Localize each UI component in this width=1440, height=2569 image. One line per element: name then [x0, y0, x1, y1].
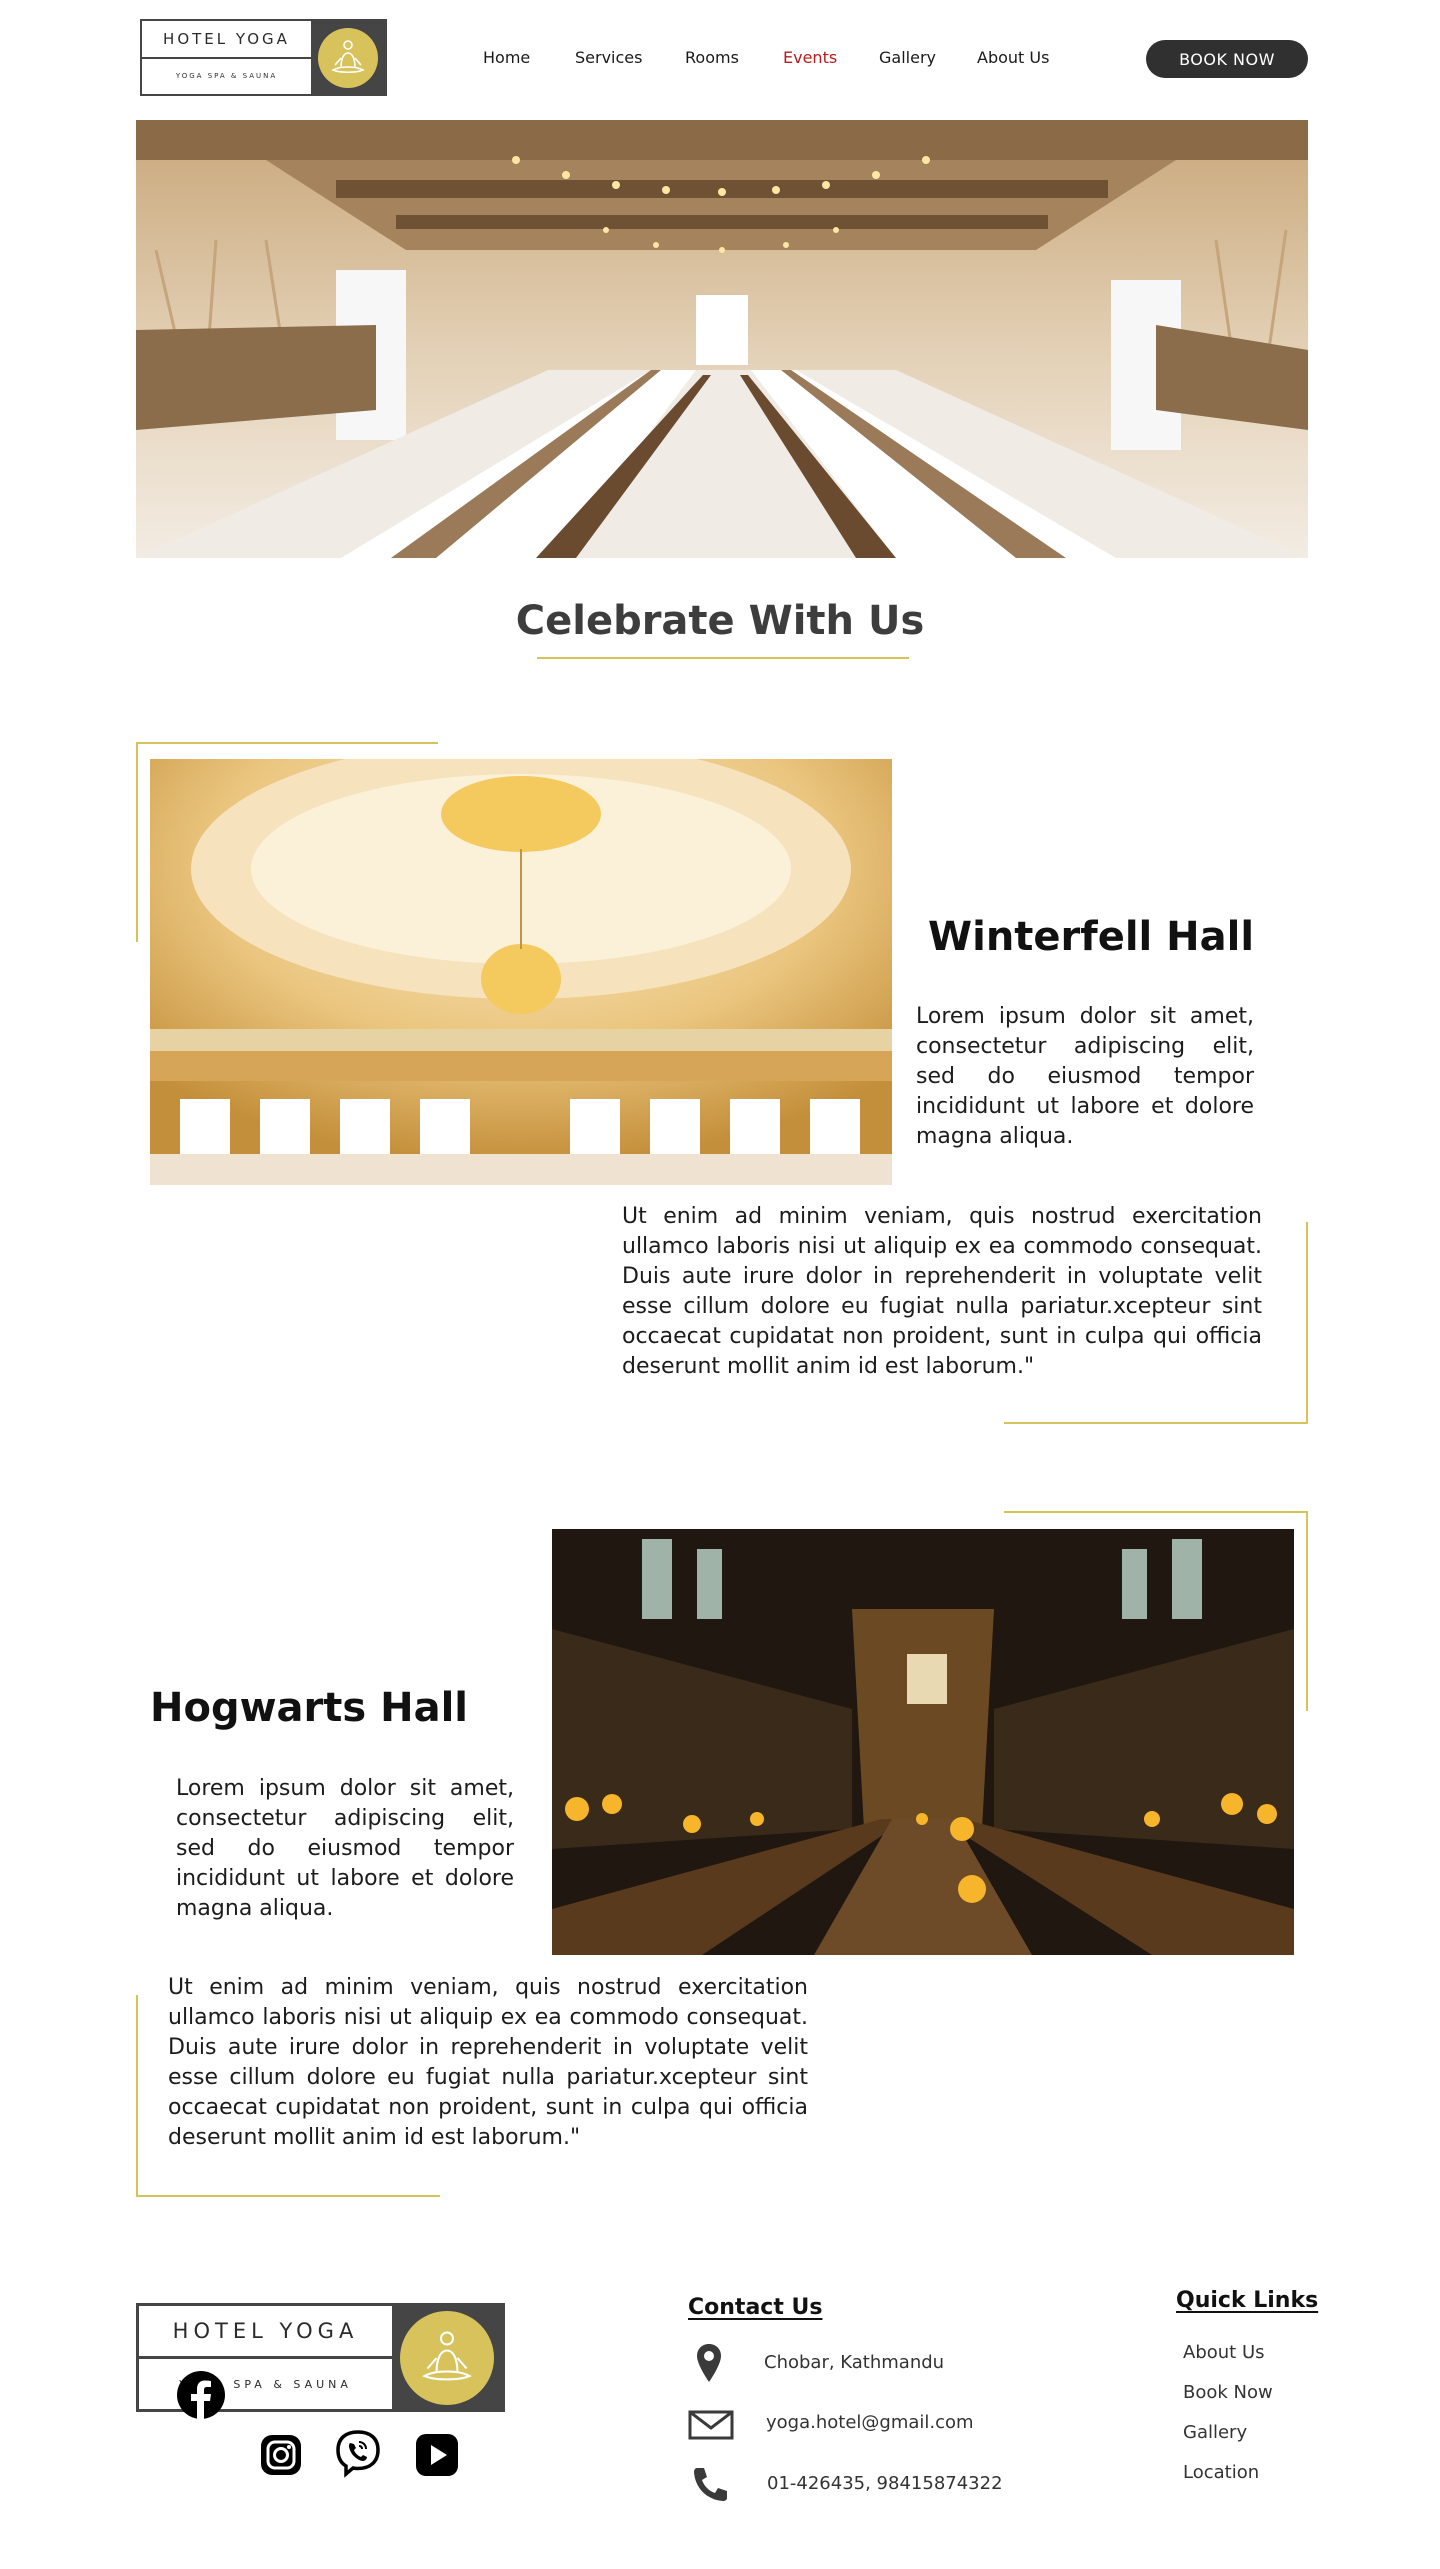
winterfell-hall-image [150, 759, 892, 1185]
quick-link-about-us[interactable]: About Us [1183, 2342, 1265, 2363]
contact-address: Chobar, Kathmandu [764, 2352, 945, 2373]
phone-icon [694, 2468, 727, 2501]
title-underline [537, 657, 909, 659]
nav-rooms[interactable]: Rooms [685, 48, 739, 67]
viber-icon[interactable] [333, 2428, 383, 2478]
hogwarts-hall-title: Hogwarts Hall [150, 1685, 469, 1731]
envelope-icon [688, 2410, 734, 2440]
nav-services[interactable]: Services [575, 48, 642, 67]
frame-line [1004, 1511, 1308, 1513]
frame-line [1306, 1222, 1308, 1424]
hogwarts-intro-text: Lorem ipsum dolor sit amet, consectetur … [176, 1776, 514, 1921]
quick-links-heading: Quick Links [1176, 2288, 1319, 2313]
contact-phone: 01-426435, 98415874322 [767, 2473, 1003, 2494]
hogwarts-body-text: Ut enim ad minim veniam, quis nostrud ex… [168, 1975, 808, 2150]
nav-events[interactable]: Events [783, 48, 837, 67]
nav-home[interactable]: Home [483, 48, 530, 67]
instagram-icon[interactable] [256, 2430, 306, 2480]
frame-line [136, 1995, 138, 2197]
location-pin-icon [697, 2344, 721, 2382]
hero-banner-image [136, 120, 1308, 558]
contact-email[interactable]: yoga.hotel@gmail.com [766, 2412, 974, 2433]
page-title: Celebrate With Us [515, 598, 925, 644]
hogwarts-hall-image [552, 1529, 1294, 1955]
winterfell-hall-title: Winterfell Hall [928, 914, 1255, 960]
winterfell-body-text: Ut enim ad minim veniam, quis nostrud ex… [622, 1204, 1262, 1379]
footer-logo-name: HOTEL YOGA [139, 2306, 392, 2359]
nav-gallery[interactable]: Gallery [879, 48, 936, 67]
book-now-button[interactable]: BOOK NOW [1146, 40, 1308, 78]
nav-about-us[interactable]: About Us [977, 48, 1049, 67]
frame-line [136, 742, 138, 942]
frame-line [1306, 1511, 1308, 1711]
frame-line [136, 2195, 440, 2197]
facebook-icon[interactable] [176, 2370, 226, 2420]
quick-link-location[interactable]: Location [1183, 2462, 1259, 2483]
youtube-icon[interactable] [412, 2430, 462, 2480]
quick-link-gallery[interactable]: Gallery [1183, 2422, 1247, 2443]
quick-link-book-now[interactable]: Book Now [1183, 2382, 1273, 2403]
frame-line [136, 742, 438, 744]
meditation-icon [318, 27, 378, 88]
meditation-icon [400, 2310, 494, 2405]
frame-line [1004, 1422, 1308, 1424]
header-logo[interactable]: HOTEL YOGA YOGA SPA & SAUNA [140, 19, 387, 96]
contact-heading: Contact Us [688, 2295, 823, 2320]
logo-tagline: YOGA SPA & SAUNA [175, 72, 278, 81]
logo-name: HOTEL YOGA [142, 21, 311, 59]
winterfell-intro-text: Lorem ipsum dolor sit amet, consectetur … [916, 1004, 1254, 1149]
